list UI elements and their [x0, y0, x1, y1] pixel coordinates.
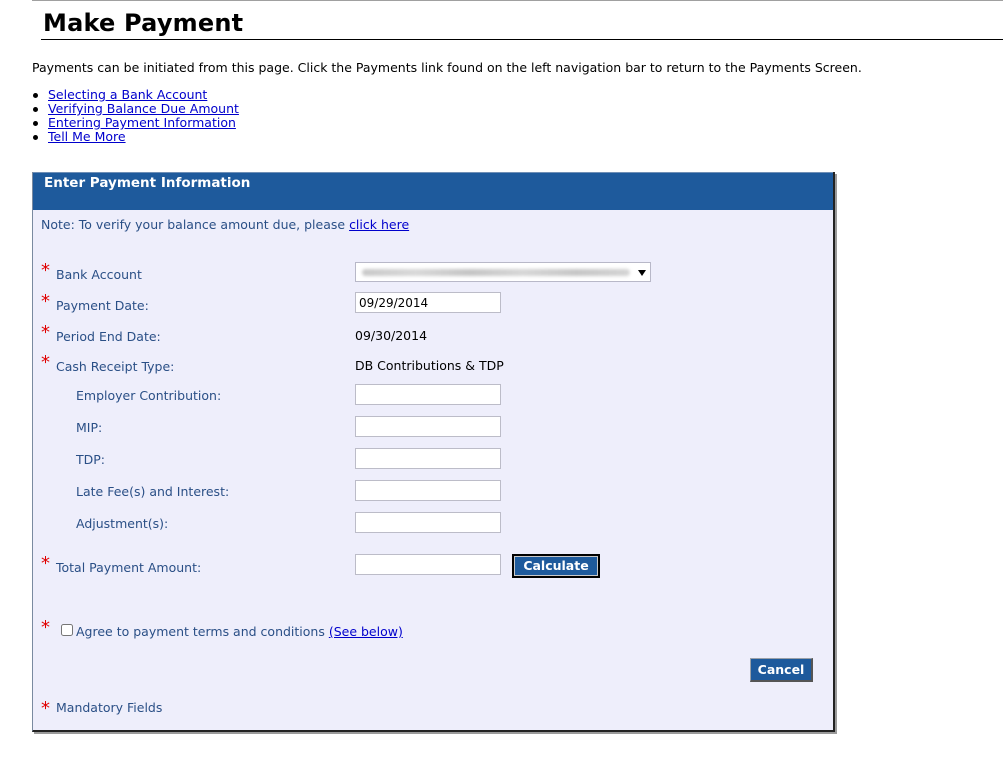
total-payment-label: Total Payment Amount: [56, 560, 202, 575]
panel-header: Enter Payment Information [33, 172, 833, 210]
required-asterisk-icon: * [41, 698, 50, 719]
mip-label: MIP: [76, 420, 103, 435]
title-divider [41, 39, 1003, 40]
calculate-button[interactable]: Calculate [512, 554, 600, 578]
link-verifying-balance-due[interactable]: Verifying Balance Due Amount [48, 101, 239, 116]
cash-receipt-type-label: Cash Receipt Type: [56, 359, 175, 374]
blurred-account-value [362, 269, 630, 276]
employer-contribution-input[interactable] [355, 384, 501, 405]
intro-text: Payments can be initiated from this page… [32, 60, 862, 75]
total-payment-input[interactable] [355, 554, 501, 575]
help-list-item: Tell Me More [32, 130, 239, 144]
dropdown-arrow-icon [638, 270, 646, 276]
link-tell-me-more[interactable]: Tell Me More [48, 129, 126, 144]
required-asterisk-icon: * [41, 352, 50, 373]
bullet-icon [33, 121, 38, 126]
link-selecting-bank-account[interactable]: Selecting a Bank Account [48, 87, 207, 102]
required-asterisk-icon: * [41, 617, 50, 638]
bank-account-select[interactable] [355, 262, 651, 282]
tdp-input[interactable] [355, 448, 501, 469]
agree-terms-checkbox[interactable] [61, 624, 73, 636]
late-fees-input[interactable] [355, 480, 501, 501]
link-entering-payment-info[interactable]: Entering Payment Information [48, 115, 236, 130]
period-end-date-value: 09/30/2014 [355, 328, 428, 343]
help-list-item: Entering Payment Information [32, 116, 239, 130]
cash-receipt-type-value: DB Contributions & TDP [355, 358, 504, 373]
tdp-label: TDP: [76, 452, 106, 467]
adjustments-label: Adjustment(s): [76, 516, 169, 531]
late-fees-label: Late Fee(s) and Interest: [76, 484, 230, 499]
mip-input[interactable] [355, 416, 501, 437]
cancel-button[interactable]: Cancel [750, 658, 813, 682]
mandatory-fields-legend: Mandatory Fields [56, 700, 163, 715]
click-here-link[interactable]: click here [349, 217, 409, 232]
period-end-date-label: Period End Date: [56, 329, 161, 344]
required-asterisk-icon: * [41, 322, 50, 343]
bullet-icon [33, 107, 38, 112]
panel-title: Enter Payment Information [44, 175, 251, 191]
agree-terms-label: Agree to payment terms and conditions (S… [76, 624, 403, 639]
payment-date-label: Payment Date: [56, 298, 149, 313]
balance-note: Note: To verify your balance amount due,… [41, 217, 409, 232]
bank-account-label: Bank Account [56, 267, 142, 282]
note-text: Note: To verify your balance amount due,… [41, 217, 350, 232]
employer-contribution-label: Employer Contribution: [76, 388, 222, 403]
top-rule [32, 0, 1003, 1]
see-below-link[interactable]: (See below) [329, 624, 403, 639]
help-list-item: Verifying Balance Due Amount [32, 102, 239, 116]
page-title: Make Payment [43, 9, 244, 37]
adjustments-input[interactable] [355, 512, 501, 533]
bullet-icon [33, 135, 38, 140]
payment-form-panel: Enter Payment Information Note: To verif… [32, 172, 835, 732]
bullet-icon [33, 93, 38, 98]
agree-terms-text: Agree to payment terms and conditions [76, 624, 329, 639]
required-asterisk-icon: * [41, 553, 50, 574]
required-asterisk-icon: * [41, 260, 50, 281]
payment-date-input[interactable] [355, 292, 501, 313]
required-asterisk-icon: * [41, 291, 50, 312]
help-list-item: Selecting a Bank Account [32, 88, 239, 102]
help-links-list: Selecting a Bank Account Verifying Balan… [32, 88, 239, 144]
